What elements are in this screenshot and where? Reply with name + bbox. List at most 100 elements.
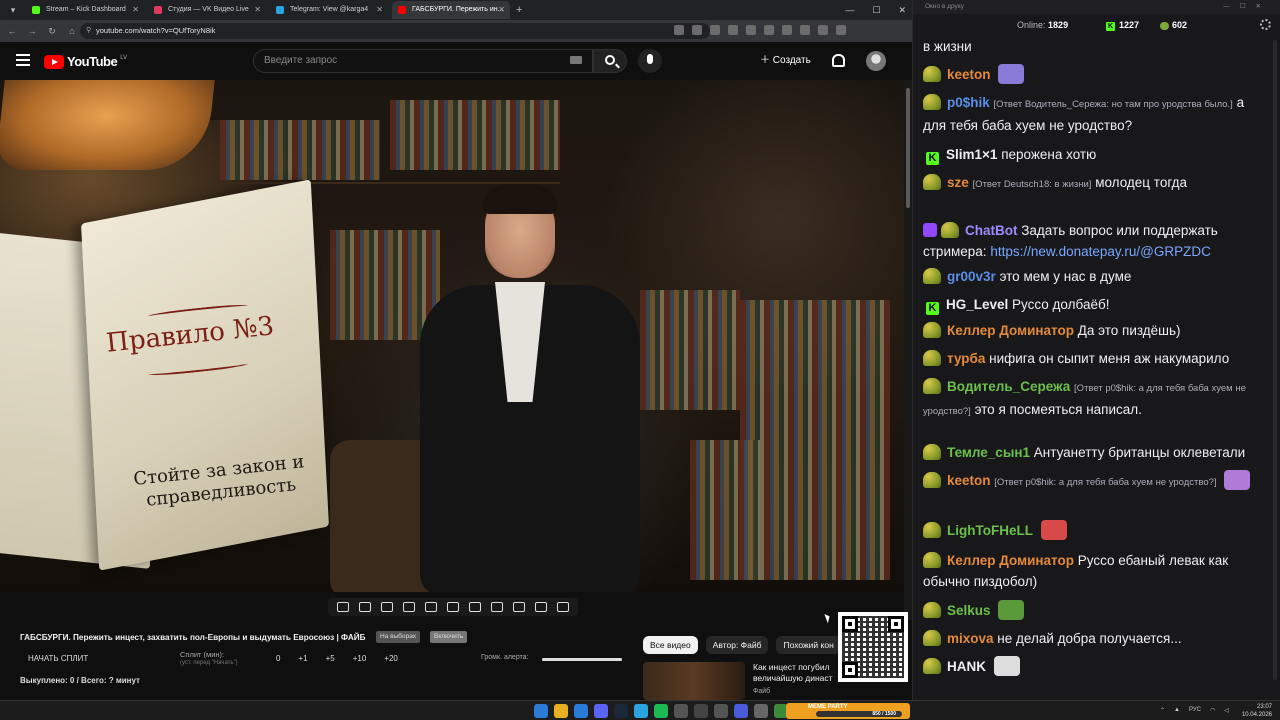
chat-nick[interactable]: Келлер Доминатор — [947, 553, 1074, 568]
keyboard-icon[interactable] — [570, 56, 582, 64]
tab-kick[interactable]: Stream – Kick Dashboard ✕ — [26, 1, 144, 19]
tab-telegram[interactable]: Telegram: View @karga4 ✕ — [270, 1, 388, 19]
screenshot-icon[interactable] — [513, 602, 525, 612]
chip-author[interactable]: Автор: Файб — [705, 636, 769, 654]
minimize-icon[interactable]: — — [845, 0, 854, 20]
tab-search-button[interactable]: ▾ — [4, 3, 22, 17]
address-bar[interactable]: ⚲ youtube.com/watch?v=QUfToryN8ik — [80, 23, 710, 39]
recommended-channel[interactable]: Файб — [753, 688, 770, 695]
menu-icon[interactable] — [16, 54, 30, 66]
close-icon[interactable]: ✕ — [132, 1, 139, 19]
steam-icon[interactable] — [614, 704, 628, 718]
chat-scrollbar[interactable] — [1273, 40, 1277, 680]
chat-nick[interactable]: Selkus — [947, 603, 991, 618]
pip-icon[interactable] — [425, 602, 437, 612]
speed-icon[interactable] — [469, 602, 481, 612]
search-button[interactable] — [593, 49, 627, 73]
chat-nick[interactable]: ChatBot — [965, 223, 1018, 238]
chat-nick[interactable]: Келлер Доминатор — [947, 323, 1074, 338]
close-icon[interactable]: ✕ — [376, 1, 383, 19]
maximize-icon[interactable]: ☐ — [872, 0, 880, 20]
notifications-icon[interactable] — [832, 54, 845, 67]
chat-nick[interactable]: Темле_сын1 — [947, 445, 1030, 460]
menu-dots-icon[interactable] — [836, 25, 846, 35]
split-plus-5-button[interactable]: +5 — [326, 654, 335, 663]
extension-icon[interactable] — [782, 25, 792, 35]
extension-icon[interactable] — [746, 25, 756, 35]
lang-indicator[interactable]: РУС — [1189, 707, 1201, 714]
tab-youtube[interactable]: ГАБСБУРГИ. Пережить ин... ✕ — [392, 1, 510, 19]
app-icon[interactable] — [734, 704, 748, 718]
avatar[interactable] — [866, 51, 886, 71]
loop-icon[interactable] — [337, 602, 349, 612]
recommended-title[interactable]: Как инцест погубил величайшую династ — [753, 662, 843, 684]
chevron-up-icon[interactable]: ⌃ — [1160, 707, 1165, 714]
star-icon[interactable] — [710, 25, 720, 35]
home-icon[interactable]: ⌂ — [64, 26, 80, 36]
gear-icon[interactable] — [1260, 19, 1271, 30]
split-value[interactable]: 0 — [276, 654, 280, 663]
forward-icon[interactable]: → — [24, 26, 40, 36]
chat-nick[interactable]: HANK — [947, 659, 986, 674]
profile-icon[interactable] — [818, 25, 828, 35]
extension-icon[interactable] — [764, 25, 774, 35]
search-input[interactable]: Введите запрос — [253, 49, 593, 73]
windows-start-icon[interactable] — [534, 704, 548, 718]
app-icon[interactable] — [754, 704, 768, 718]
extension-icon[interactable] — [692, 25, 702, 35]
volume-icon[interactable]: ◁ — [1224, 707, 1229, 714]
chat-nick[interactable]: gr00v3r — [947, 269, 996, 284]
new-tab-button[interactable]: + — [516, 4, 522, 16]
network-icon[interactable]: ▲ — [1174, 707, 1180, 714]
chat-link[interactable]: https://new.donatepay.ru/@GRPZDC — [990, 244, 1211, 259]
split-plus-1-button[interactable]: +1 — [298, 654, 307, 663]
chip-similar[interactable]: Похожий кон — [776, 636, 841, 654]
extension-icon[interactable] — [674, 25, 684, 35]
clock[interactable]: 23:07 10.04.2026 — [1242, 703, 1272, 719]
wifi-icon[interactable]: ◠ — [1210, 707, 1215, 714]
edge-icon[interactable] — [574, 704, 588, 718]
filmstrip-icon[interactable] — [403, 602, 415, 612]
obs-icon[interactable] — [674, 704, 688, 718]
discord-icon[interactable] — [594, 704, 608, 718]
site-info-icon[interactable]: ⚲ — [86, 23, 91, 39]
close-window-icon[interactable]: ✕ — [898, 0, 906, 20]
chat-nick[interactable]: sze — [947, 175, 969, 190]
voice-search-button[interactable] — [638, 49, 662, 73]
chat-nick[interactable]: p0$hik — [947, 95, 990, 110]
app-icon[interactable] — [714, 704, 728, 718]
chip-all-videos[interactable]: Все видео — [643, 636, 698, 654]
youtube-logo[interactable]: YouTube LV — [44, 54, 127, 69]
autoplay-icon[interactable] — [381, 602, 393, 612]
start-split-button[interactable]: НАЧАТЬ СПЛИТ — [28, 654, 88, 663]
chip-button[interactable]: На выборах — [376, 631, 421, 643]
tab-vk[interactable]: Студия — VK Видео Live ✕ — [148, 1, 266, 19]
chat-nick[interactable]: keeton — [947, 473, 991, 488]
telegram-icon[interactable] — [634, 704, 648, 718]
download-icon[interactable] — [800, 25, 810, 35]
chat-nick[interactable]: Водитель_Сережа — [947, 379, 1070, 394]
close-icon[interactable]: ✕ — [254, 1, 261, 19]
video-player[interactable]: Правило №3 Стойте за закон и справедливо… — [0, 80, 904, 592]
scroll-thumb[interactable] — [906, 88, 910, 208]
extension-icon[interactable] — [728, 25, 738, 35]
app-icon[interactable] — [694, 704, 708, 718]
close-icon[interactable]: ✕ — [498, 1, 505, 19]
window-controls[interactable]: —☐✕ — [1223, 0, 1271, 14]
page-scrollbar[interactable] — [904, 80, 912, 700]
flask-icon[interactable] — [535, 602, 547, 612]
chat-nick[interactable]: LighToFHeLL — [947, 523, 1033, 538]
spotify-icon[interactable] — [654, 704, 668, 718]
split-plus-10-button[interactable]: +10 — [353, 654, 367, 663]
back-icon[interactable]: ← — [4, 26, 20, 36]
alert-volume-slider[interactable] — [542, 658, 622, 661]
split-plus-20-button[interactable]: +20 — [384, 654, 398, 663]
create-button[interactable]: ＋ Создать — [752, 50, 819, 72]
reload-icon[interactable]: ↻ — [44, 26, 60, 37]
add-icon[interactable] — [491, 602, 503, 612]
chat-nick[interactable]: HG_Level — [946, 297, 1008, 312]
chat-nick[interactable]: Slim1×1 — [946, 147, 997, 162]
subtitles-icon[interactable] — [447, 602, 459, 612]
recommended-thumbnail[interactable] — [643, 662, 745, 700]
chip-button[interactable]: Включить — [430, 631, 468, 643]
